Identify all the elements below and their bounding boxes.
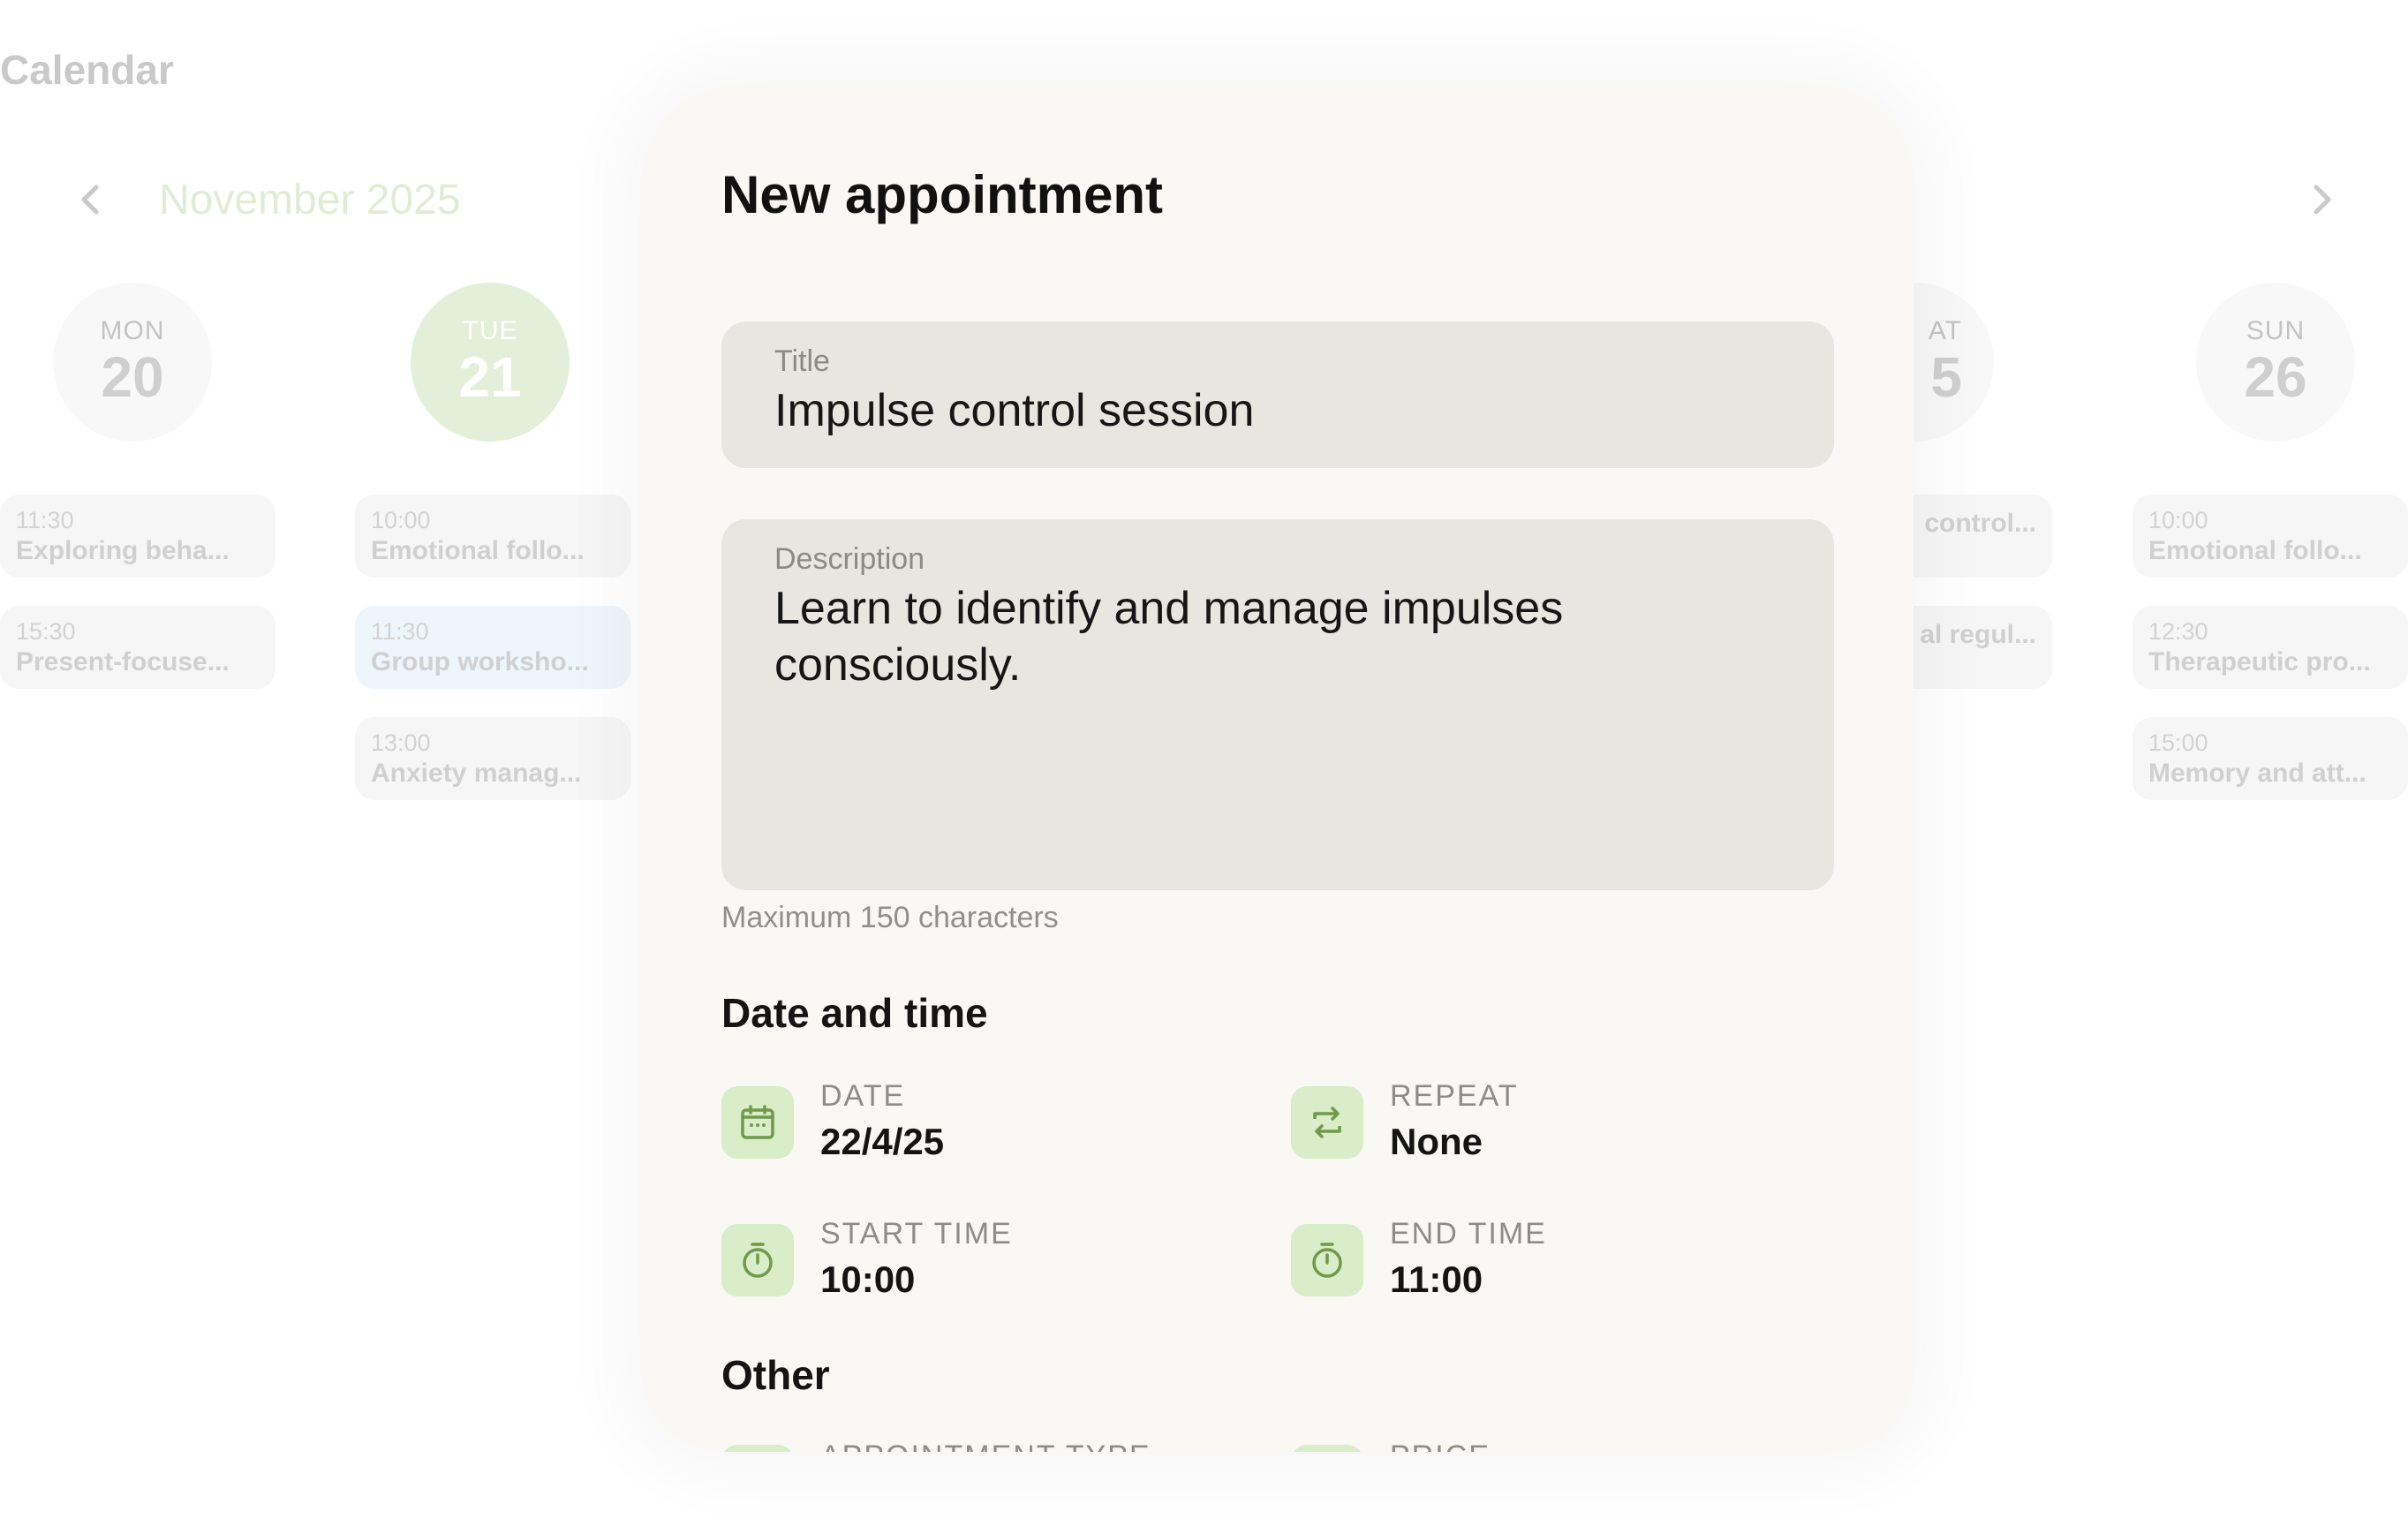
other-options-row: APPOINTMENT TYPE PRICE: [721, 1440, 1834, 1452]
event-card[interactable]: 15:00 Memory and att...: [2132, 717, 2408, 800]
event-name: Group worksho...: [371, 647, 589, 676]
date-time-heading: Date and time: [721, 990, 988, 1036]
day-header-mon[interactable]: MON 20: [53, 283, 212, 442]
repeat-icon-box: [1291, 1086, 1363, 1159]
event-time: 10:00: [371, 507, 431, 533]
event-time: 12:30: [2148, 618, 2208, 645]
event-name: Anxiety manag...: [371, 759, 582, 788]
day-of-week: SUN: [2246, 316, 2306, 345]
day-of-week: MON: [100, 316, 165, 345]
timer-icon: [1312, 1243, 1342, 1278]
modal-title: New appointment: [721, 165, 1164, 224]
start-time-value: 10:00: [820, 1258, 916, 1300]
new-appointment-modal: New appointment Title Impulse control se…: [642, 85, 1914, 1452]
day-column-tue: TUE 21: [358, 283, 640, 442]
date-value: 22/4/25: [820, 1121, 945, 1162]
end-time-icon-box: [1291, 1224, 1363, 1296]
date-picker[interactable]: DATE 22/4/25: [721, 1079, 944, 1163]
month-navigation: November 2025: [64, 173, 461, 226]
end-time-value: 11:00: [1390, 1258, 1483, 1300]
event-card[interactable]: 15:30 Present-focuse...: [0, 606, 276, 689]
description-field[interactable]: Description Learn to identify and manage…: [721, 519, 1834, 890]
price-icon-box: [1291, 1445, 1363, 1452]
repeat-picker[interactable]: REPEAT None: [1291, 1079, 1519, 1163]
day-of-week: AT: [1928, 316, 1962, 345]
event-name: Emotional follo...: [371, 536, 585, 565]
day-number: 26: [2244, 345, 2307, 409]
day-header-sun[interactable]: SUN 26: [2196, 283, 2355, 442]
other-heading: Other: [721, 1352, 830, 1398]
start-time-icon-box: [721, 1224, 794, 1296]
calendar-title: Calendar: [0, 47, 174, 93]
title-input[interactable]: Impulse control session: [774, 382, 1781, 439]
event-time: 11:30: [16, 507, 74, 533]
event-time: 11:30: [371, 618, 429, 645]
description-textarea[interactable]: Learn to identify and manage impulses co…: [774, 580, 1746, 693]
event-name: Memory and att...: [2148, 759, 2366, 788]
chevron-right-icon: [2314, 185, 2331, 215]
title-field-label: Title: [774, 344, 830, 378]
description-helper-text: Maximum 150 characters: [721, 901, 1059, 934]
event-name: Therapeutic pro...: [2148, 647, 2371, 676]
repeat-icon: [1313, 1107, 1341, 1138]
start-time-picker[interactable]: START TIME 10:00: [721, 1217, 1013, 1301]
repeat-label: REPEAT: [1390, 1079, 1519, 1113]
day-column-mon: MON 20: [0, 283, 283, 442]
appointment-type-icon-box: [721, 1445, 794, 1452]
description-field-label: Description: [774, 542, 925, 576]
event-card[interactable]: 13:00 Anxiety manag...: [355, 717, 630, 800]
day-number: 20: [101, 345, 164, 409]
date-icon-box: [721, 1086, 794, 1159]
date-label: DATE: [820, 1079, 906, 1113]
next-month-button[interactable]: [2296, 173, 2349, 226]
event-card[interactable]: 10:00 Emotional follo...: [355, 495, 630, 578]
event-time: 13:00: [371, 729, 431, 756]
month-label: November 2025: [159, 176, 461, 223]
day-number: 5: [1930, 345, 1962, 409]
day-of-week: TUE: [462, 316, 518, 345]
chevron-left-icon: [81, 185, 99, 215]
day-header-tue[interactable]: TUE 21: [411, 283, 570, 442]
calendar-icon: [741, 1105, 774, 1139]
appointment-type-label[interactable]: APPOINTMENT TYPE: [820, 1440, 1151, 1452]
event-card[interactable]: 10:00 Emotional follo...: [2132, 495, 2408, 578]
repeat-value: None: [1390, 1121, 1483, 1162]
event-time: 15:00: [2148, 729, 2208, 756]
event-name: Present-focuse...: [16, 647, 230, 676]
end-time-picker[interactable]: END TIME 11:00: [1291, 1217, 1547, 1301]
event-card[interactable]: 11:30 Exploring beha...: [0, 495, 276, 578]
start-time-label: START TIME: [820, 1217, 1013, 1251]
event-name: Emotional follo...: [2148, 536, 2362, 565]
day-number: 21: [458, 345, 522, 409]
timer-icon: [743, 1243, 773, 1278]
previous-month-button[interactable]: [64, 173, 117, 226]
event-time: 10:00: [2148, 507, 2208, 533]
end-time-label: END TIME: [1390, 1217, 1547, 1251]
event-card[interactable]: 12:30 Therapeutic pro...: [2132, 606, 2408, 689]
title-field[interactable]: Title Impulse control session: [721, 321, 1834, 468]
event-name: Exploring beha...: [16, 536, 230, 565]
event-time: 15:30: [16, 618, 76, 645]
day-column-sun: SUN 26: [2143, 283, 2408, 442]
price-label[interactable]: PRICE: [1390, 1440, 1491, 1452]
event-card[interactable]: 11:30 Group worksho...: [355, 606, 630, 689]
